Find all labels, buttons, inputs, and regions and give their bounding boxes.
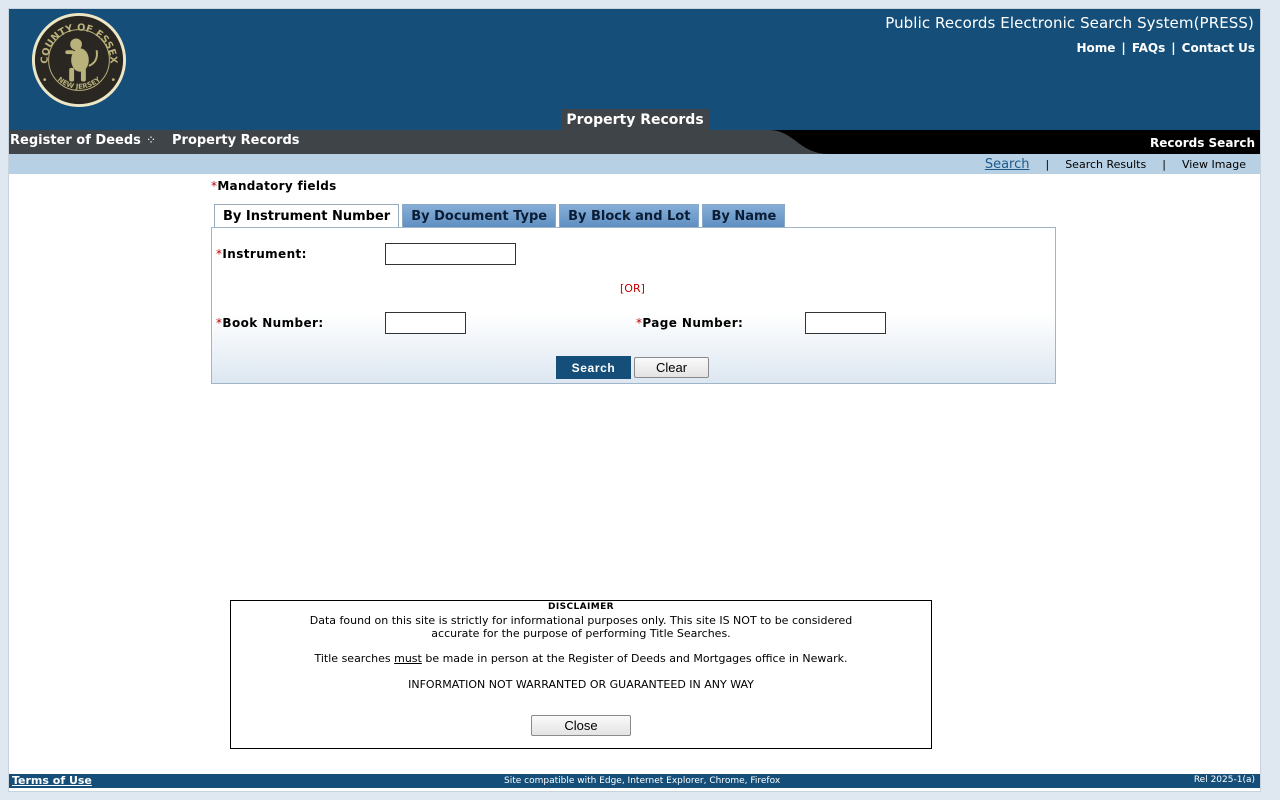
- contact-us-link[interactable]: Contact Us: [1182, 41, 1255, 55]
- tab-by-name[interactable]: By Name: [702, 204, 786, 227]
- link-separator: |: [1121, 41, 1126, 55]
- clear-button[interactable]: Clear: [634, 357, 709, 378]
- county-seal-logo: COUNTY OF ESSEX NEW JERSEY: [31, 12, 127, 108]
- sub-nav-bar: Search | Search Results | View Image: [9, 154, 1260, 174]
- tab-by-document-type[interactable]: By Document Type: [402, 204, 557, 227]
- or-separator: [OR]: [620, 282, 645, 295]
- subnav-separator: |: [1045, 158, 1050, 171]
- nav-register-of-deeds[interactable]: Register of Deeds: [10, 133, 141, 148]
- link-separator: |: [1171, 41, 1176, 55]
- subnav-search-link[interactable]: Search: [985, 157, 1030, 172]
- release-version: Rel 2025-1(a): [1193, 775, 1255, 785]
- disclaimer-emphasis: must: [394, 652, 422, 665]
- breadcrumb-arrow-icon: ⁘: [146, 133, 157, 147]
- instrument-label: *Instrument:: [216, 247, 307, 261]
- disclaimer-line-3: Title searches must be made in person at…: [314, 652, 848, 665]
- search-button[interactable]: Search: [556, 356, 631, 379]
- search-tabs: By Instrument Number By Document Type By…: [214, 204, 786, 228]
- top-links: Home | FAQs | Contact Us: [1076, 41, 1255, 55]
- disclaimer-line-1: Data found on this site is strictly for …: [309, 614, 853, 627]
- search-form-area: *Mandatory fields By Instrument Number B…: [211, 174, 1056, 384]
- page-number-input[interactable]: [805, 312, 886, 334]
- mandatory-label: Mandatory fields: [217, 179, 337, 193]
- site-footer: Terms of Use Site compatible with Edge, …: [9, 774, 1260, 788]
- subnav-view-image-link[interactable]: View Image: [1182, 158, 1246, 171]
- instrument-search-panel: *Instrument: [OR] *Book Number: *Page Nu…: [211, 227, 1056, 384]
- site-header: COUNTY OF ESSEX NEW JERSEY Public Record…: [9, 9, 1260, 131]
- nav-curve-decoration: [749, 130, 829, 154]
- disclaimer-line-4: INFORMATION NOT WARRANTED OR GUARANTEED …: [408, 678, 754, 691]
- page-frame: COUNTY OF ESSEX NEW JERSEY Public Record…: [8, 8, 1261, 792]
- disclaimer-box: DISCLAIMER Data found on this site is st…: [230, 600, 932, 749]
- book-number-input[interactable]: [385, 312, 466, 334]
- tab-by-block-and-lot[interactable]: By Block and Lot: [559, 204, 700, 227]
- disclaimer-line-2: accurate for the purpose of performing T…: [431, 627, 731, 640]
- terms-of-use-link[interactable]: Terms of Use: [12, 774, 92, 787]
- disclaimer-title: DISCLAIMER: [548, 602, 614, 612]
- browser-compat-note: Site compatible with Edge, Internet Expl…: [504, 776, 781, 786]
- subnav-search-results-link[interactable]: Search Results: [1065, 158, 1146, 171]
- nav-records-search: Records Search: [1149, 136, 1255, 150]
- nav-bar: Register of Deeds ⁘ Property Records Rec…: [9, 130, 1260, 154]
- mandatory-fields-note: *Mandatory fields: [211, 179, 337, 193]
- disclaimer-close-button[interactable]: Close: [531, 715, 631, 736]
- tab-by-instrument-number[interactable]: By Instrument Number: [214, 204, 400, 228]
- section-tab-property-records: Property Records: [561, 109, 709, 131]
- instrument-input[interactable]: [385, 243, 516, 265]
- nav-property-records[interactable]: Property Records: [172, 133, 300, 148]
- faqs-link[interactable]: FAQs: [1132, 41, 1165, 55]
- site-title: Public Records Electronic Search System(…: [885, 14, 1254, 32]
- book-number-label: *Book Number:: [216, 316, 324, 330]
- page-number-label: *Page Number:: [636, 316, 744, 330]
- subnav-separator: |: [1162, 158, 1166, 171]
- home-link[interactable]: Home: [1076, 41, 1115, 55]
